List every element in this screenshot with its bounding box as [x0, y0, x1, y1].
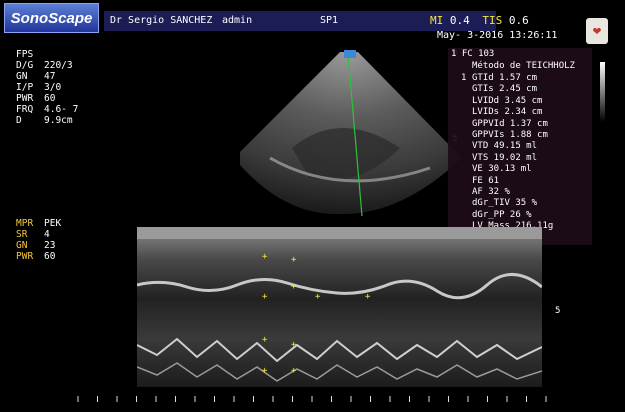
param-key: D	[16, 115, 22, 126]
param-key: D/G	[16, 60, 34, 71]
measurement-row: VTD 49.15 ml	[472, 141, 538, 152]
heart-icon[interactable]: ❤	[586, 18, 608, 44]
measurement-method: Método de TEICHHOLZ	[472, 61, 575, 71]
measurement-row: VE 30.13 ml	[472, 164, 532, 175]
measurement-row: LVIDd 3.45 cm	[472, 95, 543, 106]
param-key: GN	[16, 71, 28, 82]
caliper-marker[interactable]: +	[262, 366, 267, 376]
brand-logo: SonoScape	[4, 3, 99, 33]
param-value: 220/3	[44, 60, 73, 71]
param-row: MPR PEK	[16, 218, 61, 229]
param-key: I/P	[16, 82, 34, 93]
param-value: 23	[44, 240, 56, 251]
mi-label: MI	[430, 14, 444, 27]
tis-label: TIS	[482, 14, 503, 27]
user-name: admin	[222, 15, 253, 26]
caliper-marker[interactable]: +	[365, 292, 370, 302]
grayscale-bar	[600, 62, 605, 122]
param-row: D 9.9cm	[16, 115, 73, 126]
mmode-nearfield	[137, 227, 542, 239]
param-value: 47	[44, 71, 56, 82]
param-row: PWR 60	[16, 93, 55, 104]
time-ticks	[77, 396, 547, 402]
param-key: MPR	[16, 218, 34, 229]
caliper-marker[interactable]: +	[291, 255, 296, 265]
caliper-marker[interactable]: +	[291, 282, 296, 292]
probe-name: SP1	[320, 15, 339, 26]
measurement-row: LVIDs 2.34 cm	[472, 107, 543, 118]
param-row: I/P 3/0	[16, 82, 61, 93]
mmode-background	[137, 227, 542, 387]
measurement-row: GTIs 2.45 cm	[472, 84, 538, 95]
caliper-marker[interactable]: +	[262, 252, 267, 262]
param-key: SR	[16, 229, 28, 240]
measurement-row: dGr_TIV 35 %	[472, 198, 538, 209]
measurement-panel: 1 FC 103 Método de TEICHHOLZ 1 GTId 1.57…	[448, 48, 592, 245]
measurement-row: GTId 1.57 cm	[472, 73, 538, 83]
param-key: FPS	[16, 49, 34, 60]
param-value: 60	[44, 251, 56, 262]
measurement-row: dGr_PP 26 %	[472, 209, 532, 220]
param-key: PWR	[16, 251, 34, 262]
param-key: FRQ	[16, 104, 34, 115]
param-value: 4.6- 7	[44, 104, 79, 115]
caliper-marker[interactable]: +	[315, 292, 320, 302]
param-row: PWR 60	[16, 251, 55, 262]
param-row: D/G 220/3	[16, 60, 73, 71]
param-row: SR 4	[16, 229, 50, 240]
measurement-row: VTS 19.02 ml	[472, 152, 538, 163]
probe-marker-icon	[344, 50, 356, 58]
caliper-marker[interactable]: +	[262, 335, 267, 345]
mmode-trace	[137, 227, 542, 387]
param-value: 4	[44, 229, 50, 240]
sector-image	[240, 50, 462, 217]
caliper-marker[interactable]: +	[291, 340, 296, 350]
param-value: 3/0	[44, 82, 62, 93]
time-scale	[77, 396, 547, 402]
date-time: May- 3-2016 13:26:11	[437, 30, 558, 41]
measurement-row: AF 32 %	[472, 187, 510, 197]
measurement-row: FE 61	[472, 175, 500, 186]
param-row: GN 23	[16, 240, 55, 251]
param-value: 60	[44, 93, 56, 104]
param-key: GN	[16, 240, 28, 251]
measurement-row: GPPVId 1.37 cm	[472, 118, 548, 129]
param-row: FRQ 4.6- 7	[16, 104, 78, 115]
tis-value: 0.6	[508, 14, 529, 27]
mmode-depth-label: 5	[555, 306, 561, 316]
param-row: FPS	[16, 49, 44, 60]
acoustic-indices: MI 0.4 TIS 0.6	[430, 14, 529, 27]
mi-value: 0.4	[449, 14, 470, 27]
doctor-name: Dr Sergio SANCHEZ	[110, 15, 213, 26]
param-row: GN 47	[16, 71, 55, 82]
param-value: PEK	[44, 218, 62, 229]
caliper-marker[interactable]: +	[291, 366, 296, 376]
measurement-index: 1	[461, 73, 467, 83]
param-value: 9.9cm	[44, 115, 73, 126]
param-key: PWR	[16, 93, 34, 104]
caliper-marker[interactable]: +	[262, 292, 267, 302]
measurement-row: GPPVIs 1.88 cm	[472, 130, 548, 140]
measurement-header: 1 FC 103	[451, 49, 495, 59]
